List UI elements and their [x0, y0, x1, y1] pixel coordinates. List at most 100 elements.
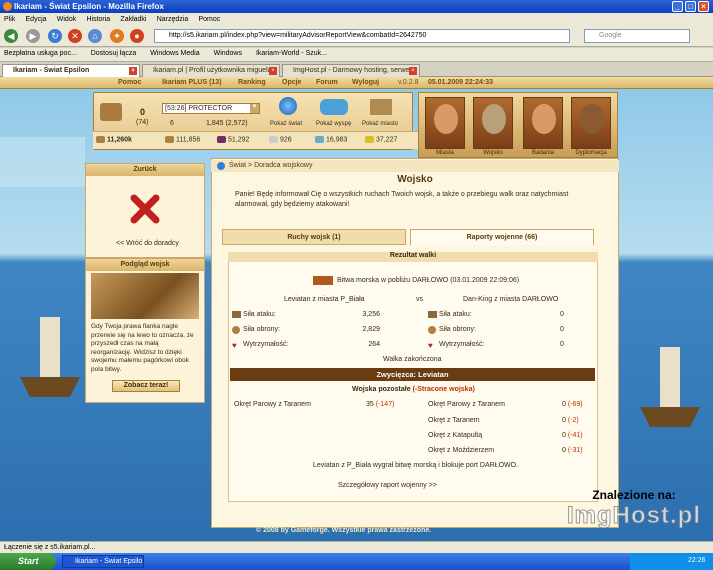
nav-forum[interactable]: Forum	[316, 79, 338, 86]
sulfur-amount: 37,227	[376, 136, 398, 144]
tab-label: Ikariam.pl | Profil użytkownika miguela.…	[153, 67, 278, 74]
stat-label: Siła obrony:	[243, 326, 280, 333]
citizens-value: 0	[140, 107, 146, 117]
remaining-label: Wojska pozostałe	[352, 386, 411, 393]
home-icon[interactable]: ⌂	[88, 29, 102, 43]
search-input[interactable]: Google	[584, 29, 690, 43]
sulfur-icon	[365, 136, 374, 143]
bookmark-item[interactable]: Windows Media	[150, 50, 199, 57]
nav-plus[interactable]: Ikariam PLUS (13)	[162, 79, 222, 86]
def-unit-count: 0 (-31)	[562, 447, 583, 454]
heart-icon: ♥	[428, 341, 433, 350]
ship-icon	[313, 276, 333, 285]
back-to-advisor-link[interactable]: << Wróć do doradcy	[116, 240, 179, 247]
citizens-sub: (74)	[136, 119, 149, 126]
close-tab-icon[interactable]: ×	[129, 67, 137, 75]
resource-marble: 926	[269, 136, 292, 143]
close-button[interactable]: ×	[698, 1, 709, 12]
tab-profile[interactable]: Ikariam.pl | Profil użytkownika miguela.…	[142, 64, 280, 77]
menu-tools[interactable]: Narzędzia	[157, 16, 189, 23]
addon-icon[interactable]: ✦	[110, 29, 124, 43]
tab-troop-movements[interactable]: Ruchy wojsk (1)	[222, 229, 406, 245]
versus: vs	[416, 296, 423, 303]
show-world-button[interactable]: Pokaż świat	[270, 97, 304, 131]
maximize-button[interactable]: □	[685, 1, 696, 12]
diplomat-icon	[580, 104, 604, 134]
tab-imghost[interactable]: ImgHost.pl - Darmowy hosting, serwe... ×	[282, 64, 420, 77]
bookmark-item[interactable]: Windows	[214, 50, 242, 57]
window-title: Ikariam - Świat Epsilon - Mozilla Firefo…	[14, 2, 164, 11]
shield-icon	[232, 326, 240, 334]
nav-ranking[interactable]: Ranking	[238, 79, 266, 86]
game-nav-bar: Pomoc Ikariam PLUS (13) Ranking Opcje Fo…	[0, 77, 713, 89]
troops-image	[91, 273, 199, 319]
show-island-button[interactable]: Pokaż wyspę	[314, 97, 354, 131]
address-bar[interactable]: http://s5.ikariam.pl/index.php?view=mili…	[154, 29, 570, 43]
taskbar-item-firefox[interactable]: Ikariam - Świat Epsilo...	[62, 555, 144, 568]
mayor-icon	[434, 104, 458, 134]
battle-title: Bitwa morska w pobliżu DARŁOWO (03.01.20…	[337, 277, 520, 284]
game-version: v.0.2.8	[398, 79, 419, 86]
def-unit-count: 0 (-41)	[562, 432, 583, 439]
back-icon[interactable]: ◀	[4, 29, 18, 43]
resource-sulfur: 37,227	[365, 136, 397, 143]
stop-icon[interactable]: ✕	[68, 29, 82, 43]
bookmarks-toolbar: Bezpłatna usługa poc... Dostosuj łącza W…	[0, 48, 713, 62]
nav-logout[interactable]: Wyloguj	[352, 79, 379, 86]
close-tab-icon[interactable]: ×	[269, 67, 277, 75]
tab-war-reports[interactable]: Raporty wojenne (66)	[410, 229, 594, 245]
menu-edit[interactable]: Edycja	[26, 16, 47, 23]
attacker-name: Leviatan z miasta P_Biała	[284, 296, 365, 303]
menu-file[interactable]: Plik	[4, 16, 15, 23]
minimize-button[interactable]: _	[672, 1, 683, 12]
menu-history[interactable]: Historia	[86, 16, 110, 23]
globe-icon	[279, 97, 297, 115]
tab-ikariam[interactable]: Ikariam - Świat Epsilon ×	[2, 64, 140, 77]
start-button[interactable]: Start	[0, 553, 56, 570]
chevron-down-icon: ▼	[250, 104, 259, 113]
def-unit-name: Okręt z Moździerzem	[428, 447, 495, 454]
menu-help[interactable]: Pomoc	[198, 16, 220, 23]
stat-label: Siła ataku:	[243, 311, 276, 318]
def-unit-name: Okręt z Taranem	[428, 417, 480, 424]
view-now-button[interactable]: Zobacz teraz!	[112, 380, 180, 392]
unit-count: 0	[562, 447, 566, 454]
defender-attack: 0	[560, 311, 564, 318]
gold-value: 11,260k	[96, 136, 132, 143]
resource-wine: 51,292	[217, 136, 249, 143]
advisor-military[interactable]	[473, 97, 513, 149]
menu-view[interactable]: Widok	[57, 16, 76, 23]
nav-help[interactable]: Pomoc	[118, 79, 141, 86]
gold-icon	[96, 136, 105, 143]
show-city-button[interactable]: Pokaż miasto	[360, 97, 400, 131]
advisor-diplomacy[interactable]	[571, 97, 611, 149]
defender-defense: 0	[560, 326, 564, 333]
nav-options[interactable]: Opcje	[282, 79, 301, 86]
forward-icon[interactable]: ▶	[26, 29, 40, 43]
heart-icon: ♥	[232, 341, 237, 350]
actions-value: 6	[170, 120, 174, 127]
unit-count: 35	[366, 401, 374, 408]
marble-icon	[269, 136, 278, 143]
def-unit-name: Okręt Parowy z Taranem	[428, 401, 505, 408]
wine-amount: 51,292	[228, 136, 250, 144]
menu-bookmarks[interactable]: Zakładki	[120, 16, 146, 23]
bookmark-item[interactable]: Ikariam-World - Szuk...	[256, 50, 327, 57]
close-icon[interactable]	[130, 194, 160, 224]
close-tab-icon[interactable]: ×	[409, 67, 417, 75]
advisor-cities[interactable]	[425, 97, 465, 149]
advisor-research[interactable]	[523, 97, 563, 149]
detailed-report-link[interactable]: Szczegółowy raport wojenny >>	[338, 482, 437, 489]
city-select[interactable]: [53:26] PROTECTOR ▼	[162, 103, 260, 114]
breadcrumb-text[interactable]: Świat > Doradca wojskowy	[229, 162, 312, 169]
advisor-label: Badania	[531, 150, 555, 156]
bookmark-item[interactable]: Bezpłatna usługa poc...	[4, 50, 77, 57]
reload-icon[interactable]: ↻	[48, 29, 62, 43]
watermark-line1: Znalezione na:	[592, 488, 676, 502]
att-unit-name: Okręt Parowy z Taranem	[234, 401, 311, 408]
bookmark-item[interactable]: Dostosuj łącza	[91, 50, 137, 57]
addon-icon-2[interactable]: ●	[130, 29, 144, 43]
unit-lost: (-69)	[567, 401, 583, 408]
result-header: Rezultat walki	[228, 252, 598, 262]
battle-status: Walka zakończona	[383, 356, 442, 363]
